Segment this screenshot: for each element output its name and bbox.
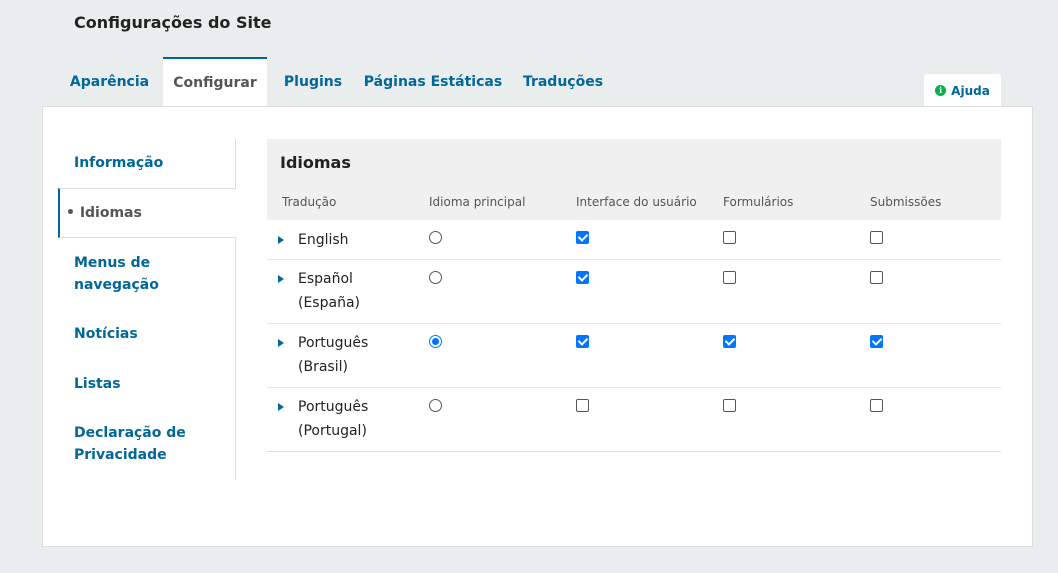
sidebar-item-idiomas[interactable]: • Idiomas: [58, 188, 236, 238]
column-header-idioma-principal: Idioma principal: [429, 195, 526, 209]
expand-arrow-icon[interactable]: [278, 275, 284, 283]
primary-locale-radio[interactable]: [429, 231, 442, 244]
primary-locale-radio[interactable]: [429, 399, 442, 412]
sidebar-item-listas[interactable]: Listas: [58, 373, 235, 395]
help-button[interactable]: i Ajuda: [924, 74, 1001, 107]
tab-aparencia[interactable]: Aparência: [57, 57, 162, 107]
grid-header: Idiomas Tradução Idioma principal Interf…: [267, 139, 1001, 220]
table-row: Español (España): [267, 260, 1001, 324]
info-icon: i: [935, 85, 947, 96]
expand-arrow-icon[interactable]: [278, 339, 284, 347]
submissions-locale-checkbox[interactable]: [870, 335, 883, 348]
table-row: Português (Portugal): [267, 388, 1001, 451]
submissions-locale-checkbox[interactable]: [870, 231, 883, 244]
side-navigation: Informação • Idiomas Menus de navegação …: [58, 139, 236, 480]
language-name: Português (Portugal): [298, 399, 369, 439]
forms-locale-checkbox[interactable]: [723, 231, 736, 244]
column-header-submissoes: Submissões: [870, 195, 942, 209]
grid-title: Idiomas: [280, 153, 351, 172]
help-button-label: Ajuda: [951, 83, 990, 98]
ui-locale-checkbox[interactable]: [576, 231, 589, 244]
forms-locale-checkbox[interactable]: [723, 271, 736, 284]
submissions-locale-checkbox[interactable]: [870, 399, 883, 412]
forms-locale-checkbox[interactable]: [723, 399, 736, 412]
ui-locale-checkbox[interactable]: [576, 335, 589, 348]
sidebar-item-informacao[interactable]: Informação: [58, 152, 235, 174]
primary-locale-radio[interactable]: [429, 271, 442, 284]
language-name: Español (España): [298, 271, 360, 311]
page-title: Configurações do Site: [74, 13, 272, 32]
sidebar-item-menus-de-navegacao[interactable]: Menus de navegação: [58, 252, 178, 296]
table-row: English: [267, 220, 1001, 260]
column-header-traducao: Tradução: [282, 195, 337, 209]
submissions-locale-checkbox[interactable]: [870, 271, 883, 284]
expand-arrow-icon[interactable]: [278, 236, 284, 244]
column-header-formularios: Formulários: [723, 195, 794, 209]
ui-locale-checkbox[interactable]: [576, 399, 589, 412]
tab-paginas-estaticas[interactable]: Páginas Estáticas: [363, 57, 503, 107]
language-name: English: [298, 232, 349, 248]
tab-configurar[interactable]: Configurar: [163, 57, 267, 107]
tab-traducoes[interactable]: Traduções: [517, 57, 609, 107]
language-name: Português (Brasil): [298, 335, 369, 375]
forms-locale-checkbox[interactable]: [723, 335, 736, 348]
sidebar-item-noticias[interactable]: Notícias: [58, 323, 235, 345]
primary-locale-radio[interactable]: [429, 335, 442, 348]
languages-grid: Idiomas Tradução Idioma principal Interf…: [267, 139, 1001, 452]
column-header-interface: Interface do usuário: [576, 195, 697, 209]
sidebar-item-declaracao-de-privacidade[interactable]: Declaração de Privacidade: [58, 422, 198, 466]
tab-plugins[interactable]: Plugins: [271, 57, 355, 107]
expand-arrow-icon[interactable]: [278, 403, 284, 411]
table-row: Português (Brasil): [267, 324, 1001, 388]
ui-locale-checkbox[interactable]: [576, 271, 589, 284]
